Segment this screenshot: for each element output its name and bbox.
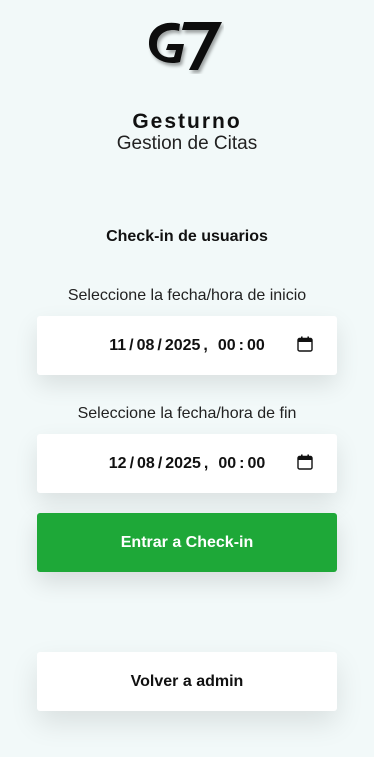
app-brand: Gesturno (132, 110, 242, 133)
app-subtitle: Gestion de Citas (116, 133, 258, 154)
enter-checkin-button[interactable]: Entrar a Check-in (37, 513, 337, 572)
end-day[interactable]: 12 (109, 455, 127, 473)
end-month[interactable]: 08 (137, 455, 155, 473)
start-minute[interactable]: 00 (247, 337, 265, 355)
calendar-icon[interactable] (297, 336, 313, 352)
start-month[interactable]: 08 (137, 337, 155, 355)
calendar-icon[interactable] (297, 454, 313, 470)
start-year[interactable]: 2025 (165, 337, 201, 355)
start-day[interactable]: 11 (109, 337, 126, 355)
end-datetime-label: Seleccione la fecha/hora de fin (77, 405, 297, 422)
section-title: Check-in de usuarios (106, 228, 268, 245)
start-hour[interactable]: 00 (218, 337, 236, 355)
start-datetime-label: Seleccione la fecha/hora de inicio (67, 287, 307, 304)
end-hour[interactable]: 00 (218, 455, 236, 473)
end-datetime-input[interactable]: 12/ 08/ 2025, 00: 00 (37, 434, 337, 493)
g7-logo (148, 22, 222, 70)
back-to-admin-button[interactable]: Volver a admin (37, 652, 337, 711)
start-datetime-input[interactable]: 11/ 08/ 2025, 00: 00 (37, 316, 337, 375)
end-year[interactable]: 2025 (165, 455, 201, 473)
end-minute[interactable]: 00 (247, 455, 265, 473)
